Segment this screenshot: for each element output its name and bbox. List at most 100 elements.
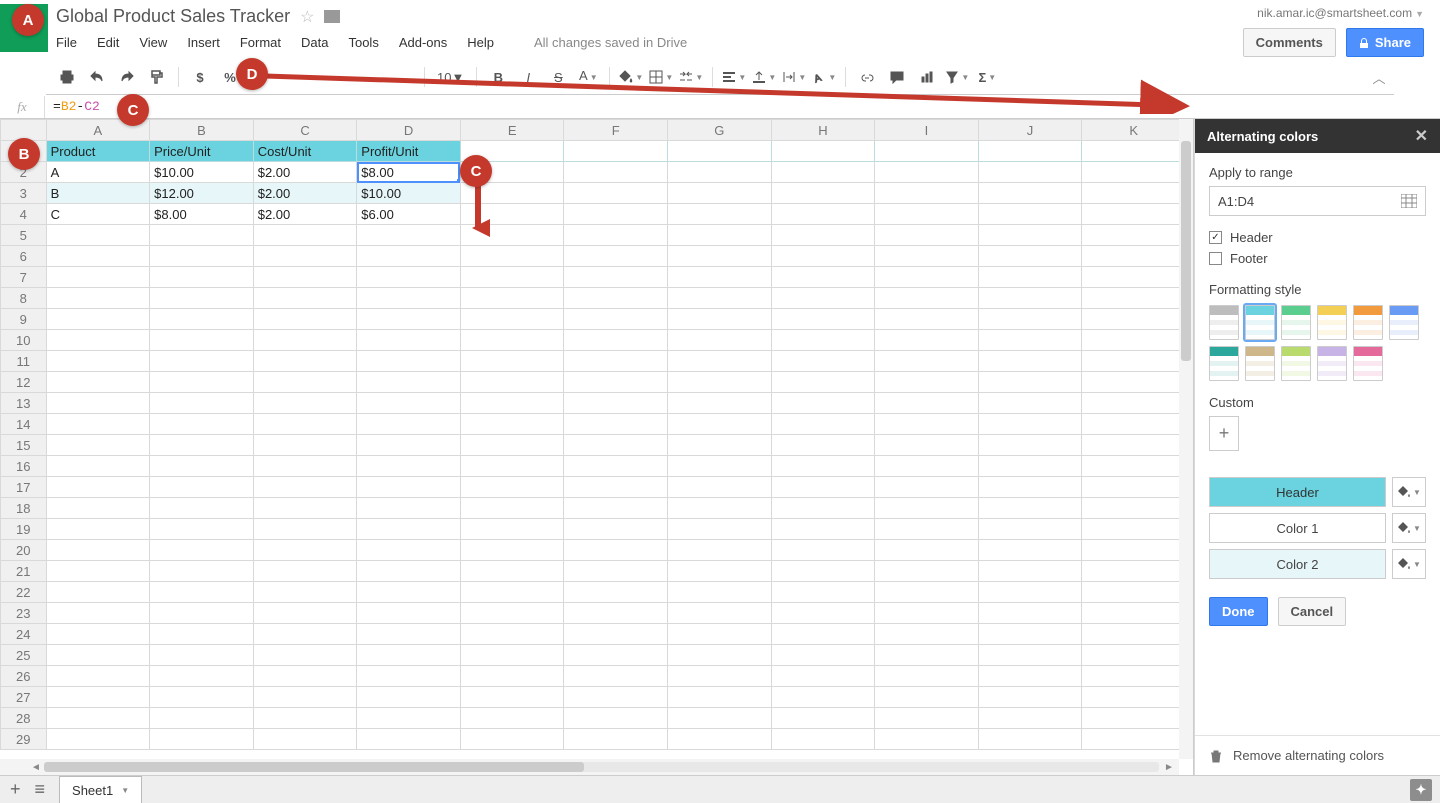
strike-icon[interactable]: S — [545, 64, 571, 90]
formula-input[interactable]: =B2-C2 — [45, 99, 108, 114]
style-swatch[interactable] — [1281, 346, 1311, 381]
horizontal-scrollbar[interactable]: ◄ ► — [0, 759, 1179, 775]
menu-data[interactable]: Data — [301, 35, 328, 50]
header-color[interactable]: Header — [1209, 477, 1386, 507]
done-button[interactable]: Done — [1209, 597, 1268, 626]
header-checkbox[interactable]: ✓Header — [1209, 230, 1426, 245]
italic-icon[interactable]: I — [515, 64, 541, 90]
row-19[interactable]: 19 — [1, 519, 47, 540]
valign-icon[interactable]: ▼ — [751, 64, 777, 90]
style-swatch[interactable] — [1353, 346, 1383, 381]
currency-icon[interactable]: $ — [187, 64, 213, 90]
star-icon[interactable]: ☆ — [300, 7, 314, 27]
style-swatch[interactable] — [1209, 305, 1239, 340]
row-28[interactable]: 28 — [1, 708, 47, 729]
menu-edit[interactable]: Edit — [97, 35, 119, 50]
account-email[interactable]: nik.amar.ic@smartsheet.com▼ — [1257, 6, 1424, 20]
text-color-icon[interactable]: A▼ — [575, 64, 601, 90]
menu-format[interactable]: Format — [240, 35, 281, 50]
row-16[interactable]: 16 — [1, 456, 47, 477]
row-23[interactable]: 23 — [1, 603, 47, 624]
col-J[interactable]: J — [978, 120, 1082, 141]
functions-icon[interactable]: Σ▼ — [974, 64, 1000, 90]
footer-checkbox[interactable]: Footer — [1209, 251, 1426, 266]
spreadsheet[interactable]: A B C D E F G H I J K 1 Product Price/Un… — [0, 119, 1194, 775]
row-27[interactable]: 27 — [1, 687, 47, 708]
col-I[interactable]: I — [875, 120, 979, 141]
add-custom-style[interactable]: + — [1209, 416, 1239, 451]
row-7[interactable]: 7 — [1, 267, 47, 288]
fx-icon[interactable]: fx — [0, 99, 44, 115]
wrap-icon[interactable]: ▼ — [781, 64, 807, 90]
folder-icon[interactable] — [324, 10, 340, 23]
style-swatch[interactable] — [1209, 346, 1239, 381]
row-21[interactable]: 21 — [1, 561, 47, 582]
cell[interactable]: $10.00 — [357, 183, 461, 204]
collapse-toolbar-icon[interactable]: ︿ — [1364, 60, 1394, 95]
cell-selected[interactable]: $8.00 — [357, 162, 461, 183]
merge-icon[interactable]: ▼ — [678, 64, 704, 90]
col-D[interactable]: D — [357, 120, 461, 141]
cell[interactable]: $12.00 — [150, 183, 254, 204]
menu-addons[interactable]: Add-ons — [399, 35, 447, 50]
style-swatch[interactable] — [1245, 305, 1275, 340]
all-sheets-icon[interactable]: ≡ — [35, 779, 46, 800]
style-swatch[interactable] — [1353, 305, 1383, 340]
color1-picker[interactable]: ▼ — [1392, 513, 1426, 543]
filter-icon[interactable]: ▼ — [944, 64, 970, 90]
cell[interactable]: $10.00 — [150, 162, 254, 183]
cell[interactable]: $2.00 — [253, 183, 357, 204]
color2-picker[interactable]: ▼ — [1392, 549, 1426, 579]
style-swatch[interactable] — [1317, 305, 1347, 340]
cell[interactable]: $2.00 — [253, 162, 357, 183]
style-swatch[interactable] — [1389, 305, 1419, 340]
col-K[interactable]: K — [1082, 120, 1186, 141]
redo-icon[interactable] — [114, 64, 140, 90]
row-3[interactable]: 3 — [1, 183, 47, 204]
row-9[interactable]: 9 — [1, 309, 47, 330]
col-H[interactable]: H — [771, 120, 875, 141]
share-button[interactable]: Share — [1346, 28, 1424, 57]
cancel-button[interactable]: Cancel — [1278, 597, 1347, 626]
row-17[interactable]: 17 — [1, 477, 47, 498]
cell[interactable]: B — [46, 183, 150, 204]
row-13[interactable]: 13 — [1, 393, 47, 414]
row-11[interactable]: 11 — [1, 351, 47, 372]
cell[interactable]: Cost/Unit — [253, 141, 357, 162]
menu-help[interactable]: Help — [467, 35, 494, 50]
comment-icon[interactable] — [884, 64, 910, 90]
comments-button[interactable]: Comments — [1243, 28, 1336, 57]
style-swatch[interactable] — [1245, 346, 1275, 381]
vertical-scrollbar[interactable] — [1179, 119, 1193, 759]
menu-view[interactable]: View — [139, 35, 167, 50]
cell[interactable]: Product — [46, 141, 150, 162]
halign-icon[interactable]: ▼ — [721, 64, 747, 90]
row-29[interactable]: 29 — [1, 729, 47, 750]
cell[interactable]: Price/Unit — [150, 141, 254, 162]
row-8[interactable]: 8 — [1, 288, 47, 309]
col-F[interactable]: F — [564, 120, 668, 141]
cell[interactable]: A — [46, 162, 150, 183]
link-icon[interactable] — [854, 64, 880, 90]
row-20[interactable]: 20 — [1, 540, 47, 561]
row-22[interactable]: 22 — [1, 582, 47, 603]
cell[interactable]: Profit/Unit — [357, 141, 461, 162]
rotate-icon[interactable]: A▼ — [811, 64, 837, 90]
header-color-picker[interactable]: ▼ — [1392, 477, 1426, 507]
fill-color-icon[interactable]: ▼ — [618, 64, 644, 90]
color2[interactable]: Color 2 — [1209, 549, 1386, 579]
sheet-tab[interactable]: Sheet1▼ — [59, 776, 142, 803]
col-E[interactable]: E — [460, 120, 564, 141]
font-size[interactable]: 10▼ — [433, 70, 468, 85]
row-18[interactable]: 18 — [1, 498, 47, 519]
row-4[interactable]: 4 — [1, 204, 47, 225]
menu-insert[interactable]: Insert — [187, 35, 220, 50]
print-icon[interactable] — [54, 64, 80, 90]
paint-format-icon[interactable] — [144, 64, 170, 90]
close-icon[interactable]: ✕ — [1415, 126, 1428, 146]
undo-icon[interactable] — [84, 64, 110, 90]
cell[interactable]: C — [46, 204, 150, 225]
chart-icon[interactable] — [914, 64, 940, 90]
bold-icon[interactable]: B — [485, 64, 511, 90]
remove-alternating[interactable]: Remove alternating colors — [1195, 735, 1440, 775]
